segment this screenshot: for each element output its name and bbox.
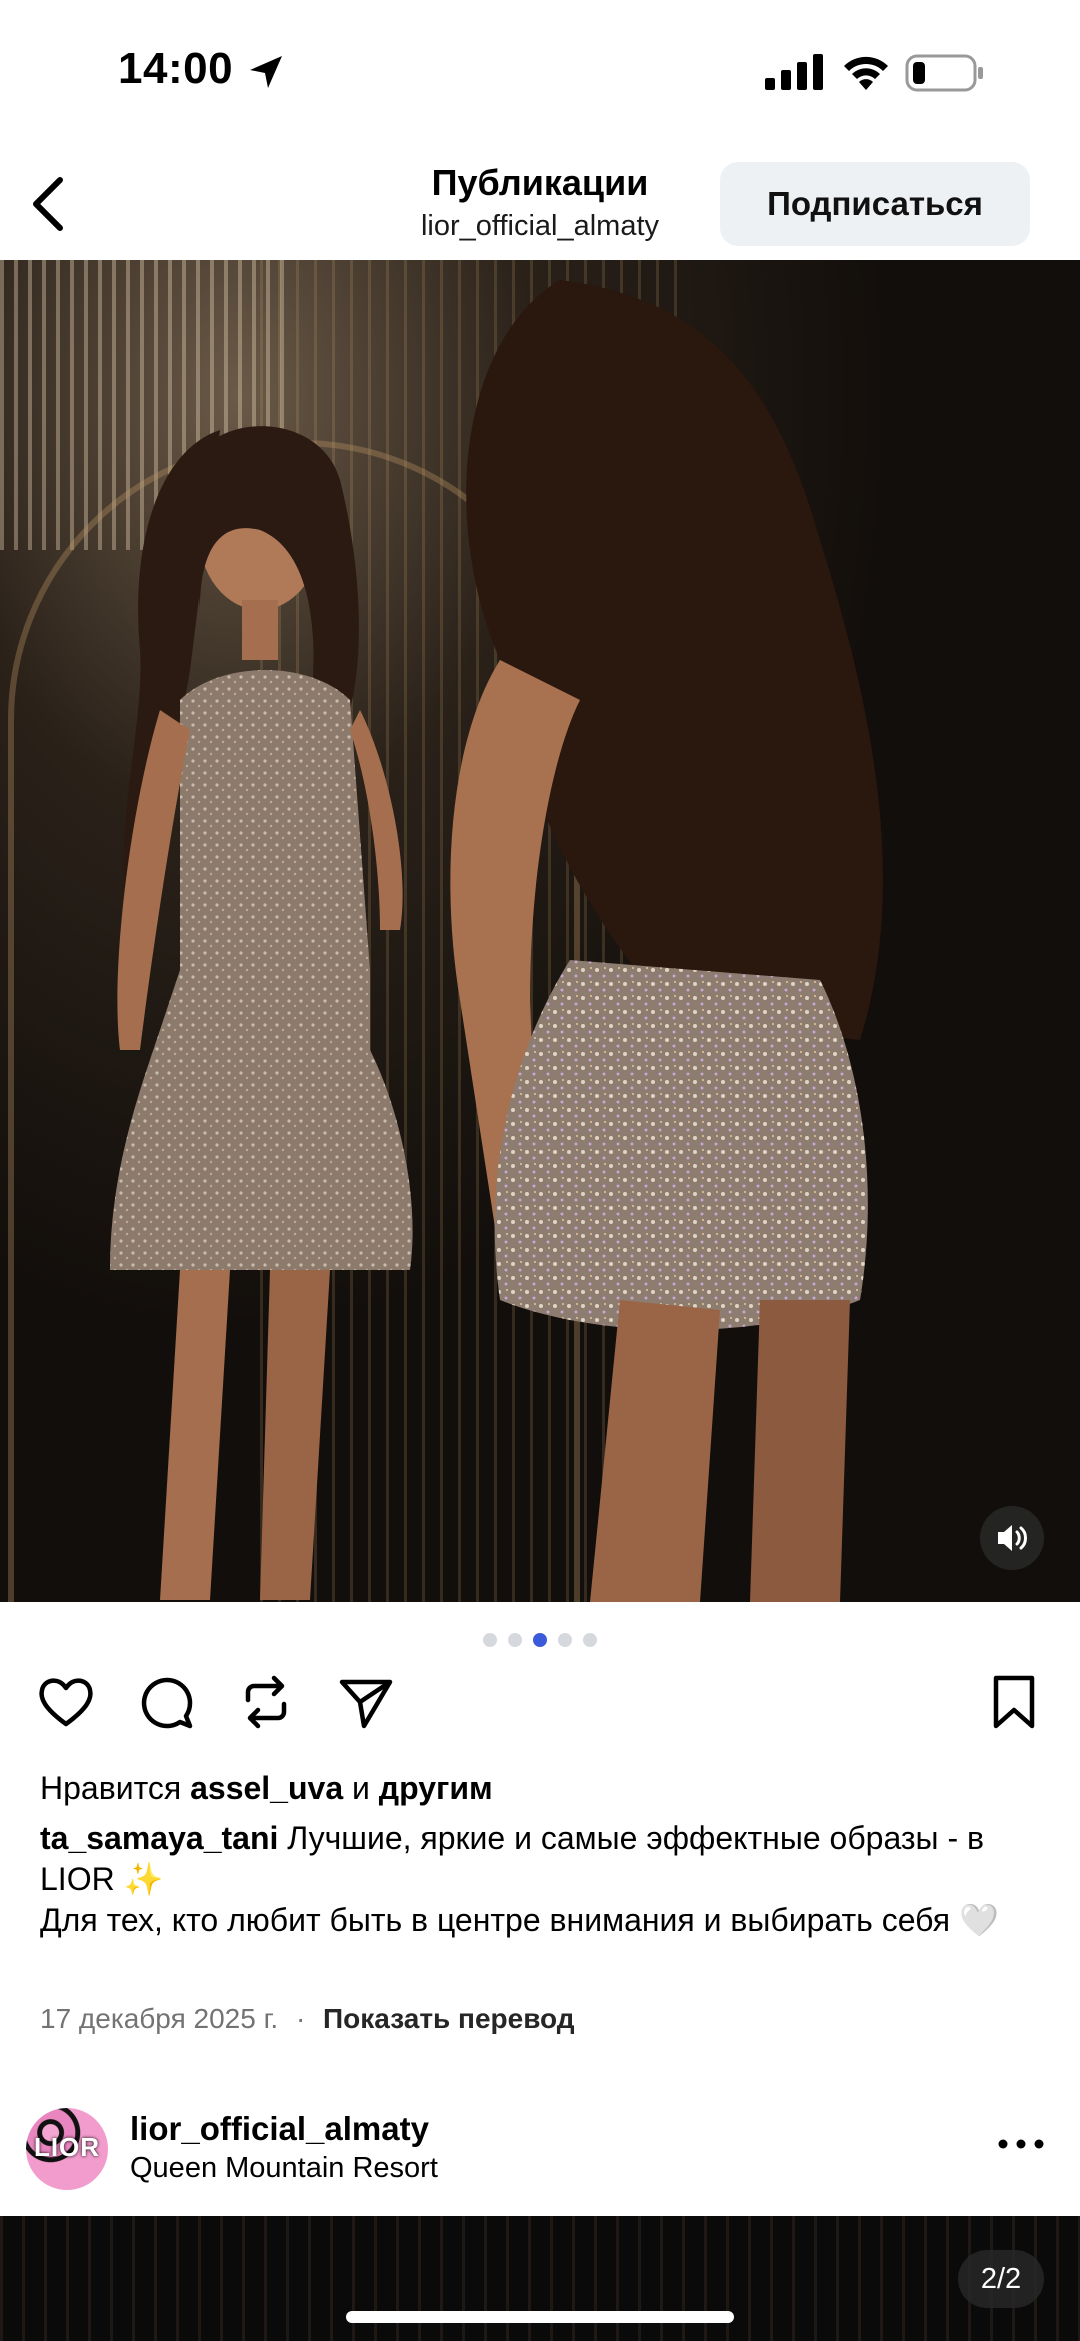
wifi-icon	[844, 56, 888, 90]
caption-text-line2: Для тех, кто любит быть в центре внимани…	[40, 1902, 999, 1938]
meta-separator: ·	[295, 2003, 306, 2034]
carousel-dot	[483, 1633, 497, 1647]
location-arrow-icon	[250, 56, 282, 88]
post-date: 17 декабря 2025 г.	[40, 2003, 279, 2034]
carousel-dot	[583, 1633, 597, 1647]
carousel-dot	[533, 1633, 547, 1647]
page-subtitle[interactable]: lior_official_almaty	[380, 210, 700, 243]
status-bar: 14:00	[0, 0, 1080, 140]
action-bar	[0, 1670, 1080, 1750]
likes-line: Нравится assel_uva и другим	[40, 1770, 493, 1807]
repost-icon[interactable]	[234, 1670, 298, 1734]
caption-username[interactable]: ta_samaya_tani	[40, 1820, 278, 1856]
home-indicator[interactable]	[346, 2311, 734, 2323]
post-meta: 17 декабря 2025 г. · Показать перевод	[40, 2003, 575, 2035]
likes-conj: и	[352, 1770, 370, 1806]
sound-toggle-button[interactable]	[980, 1506, 1044, 1570]
carousel-dot	[558, 1633, 572, 1647]
next-post-username[interactable]: lior_official_almaty	[130, 2110, 429, 2148]
follow-button[interactable]: Подписаться	[720, 162, 1030, 246]
page-title: Публикации	[431, 162, 649, 203]
avatar[interactable]: LIOR	[26, 2108, 108, 2190]
post-caption: ta_samaya_tani Лучшие, яркие и самые эфф…	[40, 1818, 1040, 1941]
likes-prefix: Нравится	[40, 1770, 182, 1806]
status-time: 14:00	[118, 44, 234, 93]
foreground-figure	[450, 280, 883, 1602]
mirror-reflection-figure	[110, 426, 413, 1600]
next-post-header: LIOR lior_official_almaty Queen Mountain…	[0, 2096, 1080, 2216]
next-post-location[interactable]: Queen Mountain Resort	[130, 2152, 438, 2185]
more-icon[interactable]	[996, 2134, 1046, 2154]
liked-by-user[interactable]: assel_uva	[190, 1770, 343, 1806]
back-icon[interactable]	[26, 174, 74, 234]
carousel-dot	[508, 1633, 522, 1647]
avatar-logo-text: LIOR	[33, 2132, 101, 2162]
battery-icon	[905, 54, 983, 92]
sound-on-icon	[998, 1525, 1027, 1551]
header: Публикации lior_official_almaty Подписат…	[0, 140, 1080, 260]
show-translation-link[interactable]: Показать перевод	[323, 2003, 575, 2034]
signal-icon	[765, 54, 823, 90]
heart-icon[interactable]	[34, 1670, 98, 1734]
post-image[interactable]	[0, 260, 1080, 1602]
comment-icon[interactable]	[134, 1670, 198, 1734]
carousel-indicator	[483, 1633, 603, 1647]
liked-by-others[interactable]: другим	[379, 1770, 493, 1806]
carousel-counter: 2/2	[958, 2250, 1044, 2308]
bookmark-icon[interactable]	[982, 1670, 1046, 1734]
share-icon[interactable]	[334, 1670, 398, 1734]
